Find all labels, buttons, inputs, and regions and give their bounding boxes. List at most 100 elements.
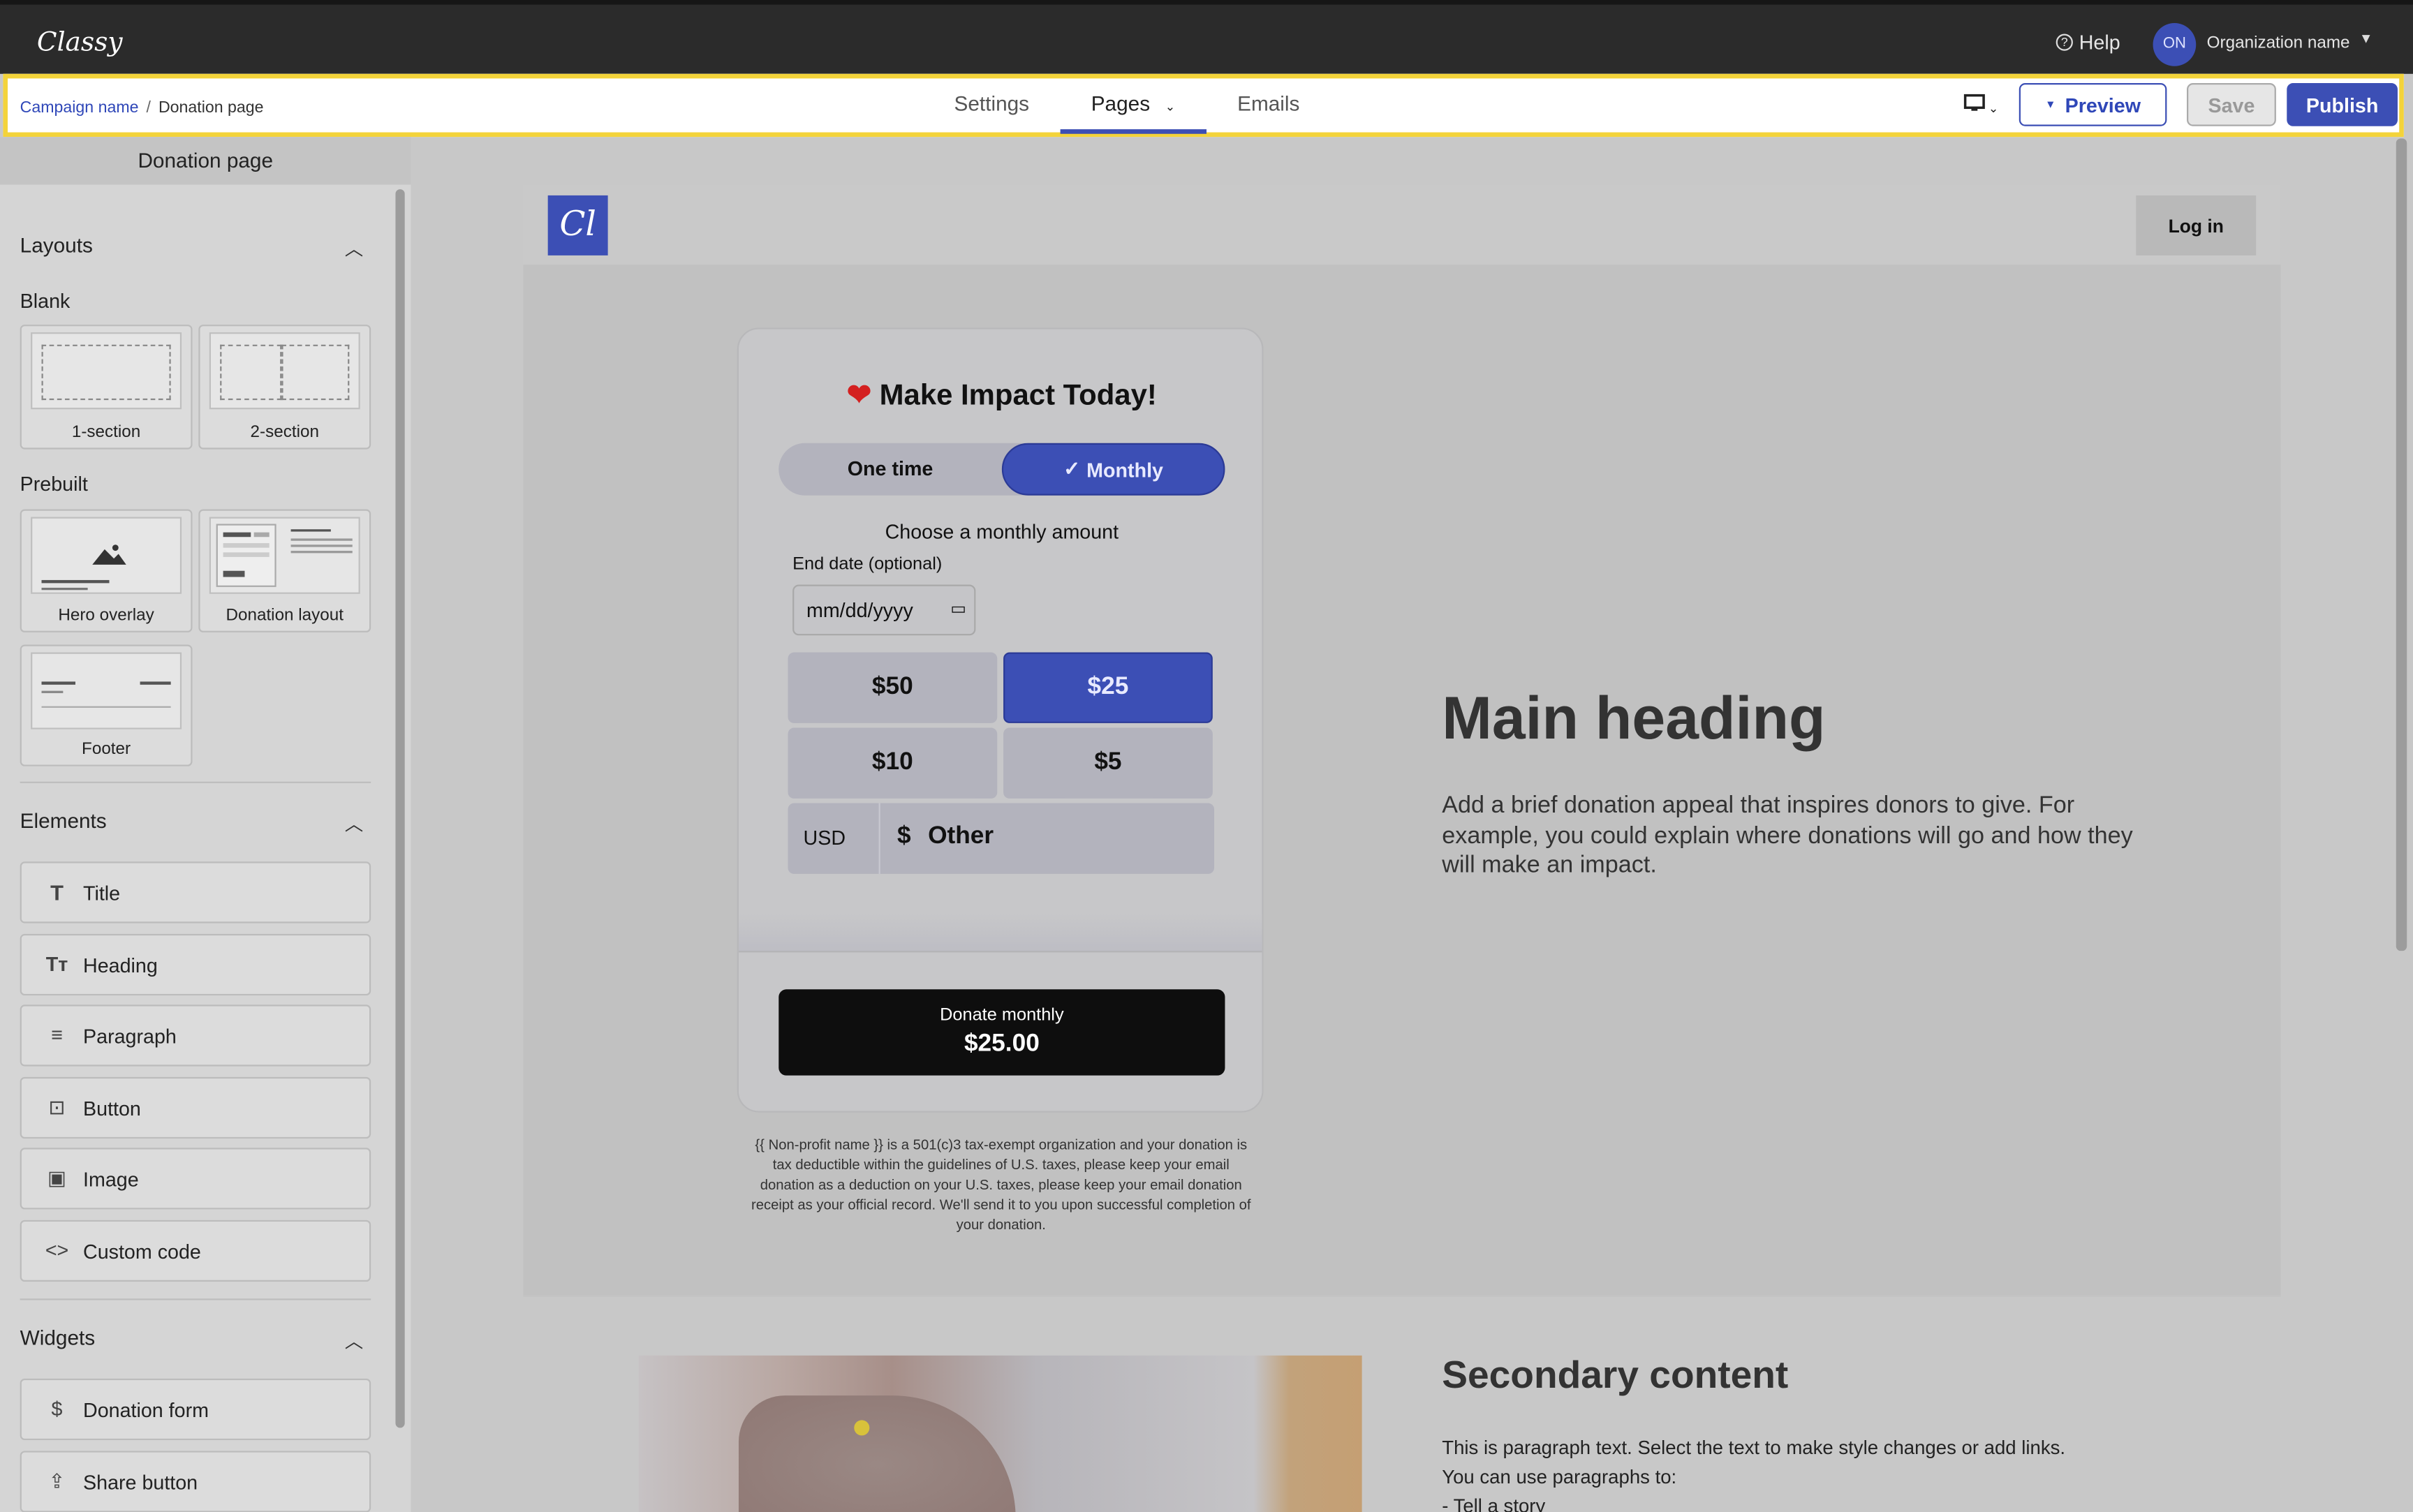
- element-paragraph[interactable]: ≡ Paragraph: [20, 1005, 371, 1067]
- hero-section[interactable]: ❤ Make Impact Today! One time ✓ Monthly …: [523, 265, 2281, 1296]
- donate-button[interactable]: Donate monthly $25.00: [778, 989, 1225, 1076]
- one-time-option[interactable]: One time: [778, 443, 1002, 496]
- share-icon: ⇪: [48, 1469, 66, 1492]
- end-date-input[interactable]: mm/dd/yyyy ▭: [792, 584, 976, 636]
- device-preview-toggle[interactable]: ⌄: [1963, 94, 1998, 117]
- elements-sidebar: Donation page Layouts ︿ Blank 1-section …: [0, 137, 411, 1512]
- other-amount-field[interactable]: USD $ Other: [788, 803, 1215, 874]
- login-button[interactable]: Log in: [2136, 195, 2257, 255]
- monthly-option[interactable]: ✓ Monthly: [1001, 443, 1225, 496]
- amount-button[interactable]: $5: [1003, 727, 1213, 799]
- donate-button-label: Donate monthly: [940, 1006, 1064, 1025]
- currency-symbol: $: [896, 823, 911, 850]
- tab-emails[interactable]: Emails: [1237, 92, 1299, 115]
- element-label: Title: [83, 881, 121, 905]
- secondary-paragraph[interactable]: This is paragraph text. Select the text …: [1442, 1434, 2165, 1512]
- date-placeholder: mm/dd/yyyy: [806, 598, 913, 622]
- help-link[interactable]: ? Help: [2056, 31, 2120, 54]
- tab-pages-label: Pages: [1091, 92, 1151, 116]
- amount-button-selected[interactable]: $25: [1003, 652, 1213, 723]
- donation-form[interactable]: ❤ Make Impact Today! One time ✓ Monthly …: [737, 327, 1264, 1113]
- paragraph-line: You can use paragraphs to:: [1442, 1466, 1677, 1488]
- paragraph-line: - Tell a story: [1442, 1495, 1546, 1512]
- widget-share-button[interactable]: ⇪ Share button: [20, 1451, 371, 1512]
- element-title[interactable]: T Title: [20, 861, 371, 924]
- section-divider: [20, 781, 371, 783]
- preview-button-label: Preview: [2065, 93, 2141, 117]
- sidebar-scrollbar[interactable]: [395, 189, 405, 1428]
- layouts-collapse-chevron-up-icon[interactable]: ︿: [345, 235, 363, 261]
- calendar-icon[interactable]: ▭: [950, 586, 966, 634]
- hero-thumb: [31, 517, 182, 594]
- frequency-toggle: One time ✓ Monthly: [778, 443, 1225, 496]
- amount-button[interactable]: $50: [788, 652, 998, 723]
- layout-card-hero-overlay[interactable]: Hero overlay: [20, 509, 193, 632]
- breadcrumb: Campaign name / Donation page: [20, 98, 264, 117]
- avatar[interactable]: ON: [2153, 23, 2197, 66]
- paragraph-line: This is paragraph text. Select the text …: [1442, 1437, 2066, 1459]
- site-logo[interactable]: Cl: [547, 195, 608, 255]
- widgets-collapse-chevron-up-icon[interactable]: ︿: [345, 1328, 363, 1354]
- layout-card-footer[interactable]: Footer: [20, 644, 193, 766]
- dollar-icon: $: [51, 1397, 63, 1421]
- tab-settings[interactable]: Settings: [954, 92, 1030, 115]
- layout-thumb: [209, 332, 360, 410]
- widgets-section-title[interactable]: Widgets: [20, 1326, 96, 1349]
- tab-pages-chevron-down-icon: ⌄: [1165, 100, 1176, 114]
- layout-card-1-section[interactable]: 1-section: [20, 325, 193, 450]
- secondary-heading[interactable]: Secondary content: [1442, 1354, 1788, 1399]
- end-date-label: End date (optional): [792, 555, 943, 575]
- layout-card-2-section[interactable]: 2-section: [198, 325, 371, 450]
- amount-button[interactable]: $10: [788, 727, 998, 799]
- main-heading[interactable]: Main heading: [1442, 686, 1825, 754]
- publish-button[interactable]: Publish: [2287, 83, 2398, 126]
- element-image[interactable]: ▣ Image: [20, 1148, 371, 1210]
- breadcrumb-current-page: Donation page: [158, 98, 264, 117]
- secondary-image[interactable]: [638, 1355, 1362, 1512]
- code-icon: <>: [45, 1238, 69, 1262]
- secondary-section[interactable]: Secondary content This is paragraph text…: [523, 1297, 2281, 1512]
- title-icon: T: [50, 880, 64, 905]
- layout-card-donation-layout[interactable]: Donation layout: [198, 509, 371, 632]
- currency-select[interactable]: USD: [788, 803, 880, 874]
- org-chevron-down-icon[interactable]: ▼: [2359, 31, 2373, 46]
- section-divider: [20, 1298, 371, 1300]
- element-button[interactable]: ⊡ Button: [20, 1076, 371, 1139]
- layouts-section-title[interactable]: Layouts: [20, 234, 93, 257]
- elements-collapse-chevron-up-icon[interactable]: ︿: [345, 811, 363, 837]
- widget-donation-form[interactable]: $ Donation form: [20, 1378, 371, 1441]
- layout-card-label: Hero overlay: [58, 606, 154, 625]
- org-name[interactable]: Organization name: [2207, 34, 2350, 52]
- breadcrumb-campaign-link[interactable]: Campaign name: [20, 98, 139, 117]
- prebuilt-subsection-title: Prebuilt: [20, 472, 88, 496]
- button-icon: ⊡: [48, 1095, 66, 1119]
- form-fade: [738, 914, 1262, 951]
- main-paragraph[interactable]: Add a brief donation appeal that inspire…: [1442, 791, 2165, 881]
- tab-pages[interactable]: Pages ⌄: [1091, 92, 1176, 115]
- top-bar: Classy ? Help ON Organization name ▼: [0, 0, 2413, 74]
- element-custom-code[interactable]: <> Custom code: [20, 1220, 371, 1282]
- classy-logo[interactable]: Classy: [37, 28, 123, 59]
- donate-button-amount: $25.00: [964, 1030, 1040, 1058]
- preview-caret-icon: ▼: [2045, 99, 2056, 110]
- paragraph-icon: ≡: [51, 1023, 63, 1046]
- save-button[interactable]: Save: [2187, 83, 2276, 126]
- widget-label: Share button: [83, 1471, 198, 1495]
- form-title-text: Make Impact Today!: [879, 380, 1157, 413]
- element-label: Paragraph: [83, 1024, 177, 1048]
- other-amount-input[interactable]: Other: [928, 823, 994, 851]
- element-heading[interactable]: Tт Heading: [20, 933, 371, 996]
- preview-button[interactable]: ▼ Preview: [2019, 83, 2167, 126]
- heart-icon: ❤: [846, 380, 872, 413]
- element-label: Button: [83, 1097, 141, 1120]
- choose-amount-label: Choose a monthly amount: [885, 519, 1119, 544]
- elements-section-title[interactable]: Elements: [20, 809, 107, 832]
- canvas-scrollbar[interactable]: [2396, 138, 2407, 951]
- element-label: Custom code: [83, 1240, 201, 1263]
- mountain-image-icon: [41, 544, 126, 591]
- element-label: Image: [83, 1167, 139, 1191]
- help-label: Help: [2079, 31, 2120, 54]
- donation-layout-icon: [216, 524, 353, 587]
- site-header[interactable]: Cl Log in: [523, 184, 2281, 265]
- layout-card-label: 1-section: [71, 423, 141, 442]
